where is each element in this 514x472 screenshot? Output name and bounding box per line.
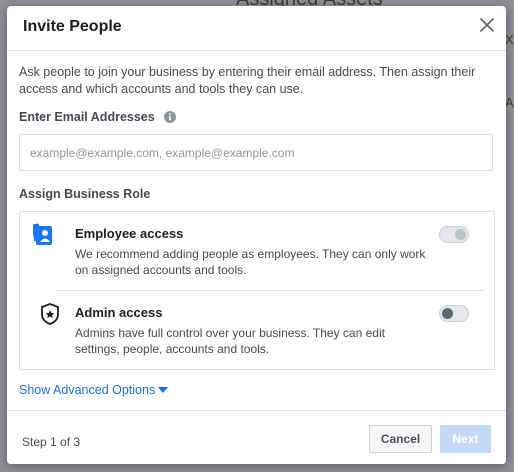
role-option-employee: Employee access We recommend adding peop… [20, 212, 494, 290]
info-icon[interactable] [164, 111, 176, 123]
dialog-title: Invite People [23, 18, 122, 35]
role-description: We recommend adding people as employees.… [75, 247, 426, 277]
toggle-knob [455, 229, 466, 240]
step-indicator: Step 1 of 3 [22, 435, 81, 449]
caret-down-icon [158, 387, 169, 393]
invite-people-dialog: Invite People Ask people to join your bu… [7, 6, 506, 464]
admin-shield-icon [41, 303, 59, 325]
background-fragment: A [505, 95, 514, 110]
email-field[interactable] [19, 134, 493, 171]
email-label: Enter Email Addresses [19, 110, 155, 124]
admin-access-toggle[interactable] [439, 305, 469, 322]
employee-access-toggle[interactable] [439, 226, 469, 243]
intro-text: Ask people to join your business by ente… [19, 65, 476, 96]
role-option-admin: Admin access Admins have full control ov… [20, 291, 494, 369]
role-name: Employee access [75, 226, 184, 241]
show-advanced-options-link[interactable]: Show Advanced Options [19, 383, 169, 397]
role-label: Assign Business Role [19, 187, 151, 201]
role-description: Admins have full control over your busin… [75, 326, 385, 356]
advanced-options-label: Show Advanced Options [19, 383, 156, 397]
role-name: Admin access [75, 305, 163, 320]
cancel-button[interactable]: Cancel [369, 425, 432, 453]
dialog-header: Invite People [7, 6, 506, 51]
role-options: Employee access We recommend adding peop… [19, 211, 495, 370]
background-fragment: X [505, 32, 514, 47]
next-button[interactable]: Next [440, 425, 491, 453]
employee-badge-icon [33, 223, 52, 245]
toggle-knob [442, 308, 453, 319]
dialog-footer: Step 1 of 3 Cancel Next [7, 410, 506, 464]
close-icon[interactable] [478, 16, 496, 34]
